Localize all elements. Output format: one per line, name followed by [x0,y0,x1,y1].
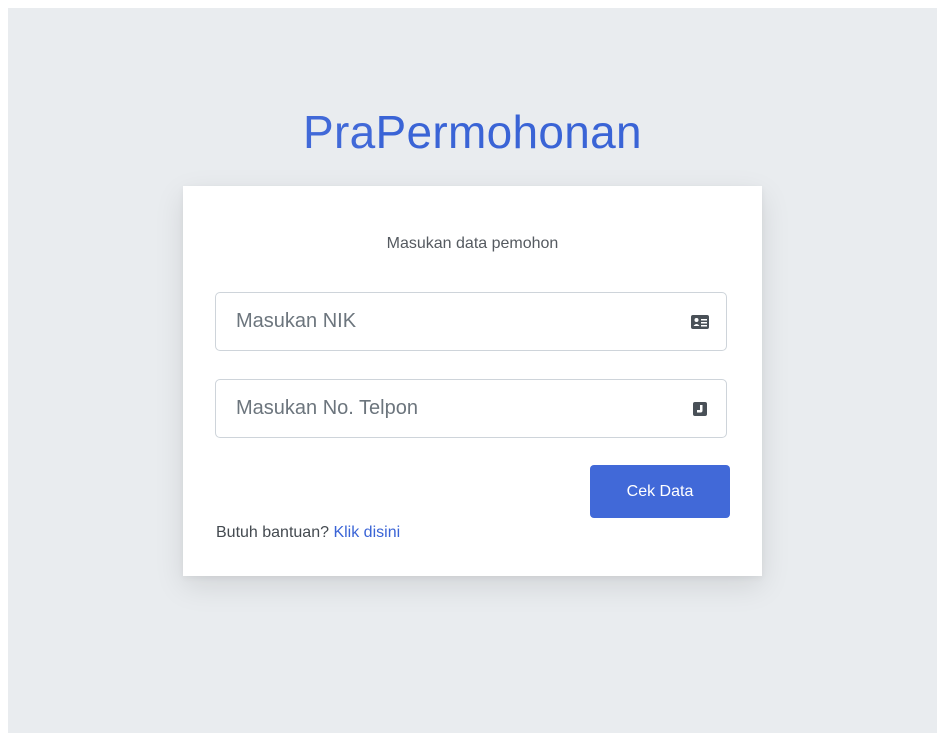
phone-field[interactable] [215,379,727,438]
help-text: Butuh bantuan? Klik disini [216,524,400,542]
help-link[interactable]: Klik disini [333,524,400,541]
app-title: PraPermohonan [8,102,937,162]
phone-square-icon [691,401,709,417]
phone-input[interactable] [216,380,726,437]
nik-field[interactable] [215,292,727,351]
id-card-icon [691,314,709,330]
login-card: Masukan data pemohon Masukan NIK Masukan… [183,186,762,576]
page-background: PraPermohonan Masukan data pemohon Masuk… [8,8,937,733]
cek-data-button[interactable]: Cek Data [590,465,730,518]
app-title-main: Permohonan [375,106,642,158]
nik-input[interactable] [216,293,726,350]
help-prompt: Butuh bantuan? [216,524,329,541]
app-title-prefix: Pra [303,106,376,158]
form-title: Masukan data pemohon [386,235,559,252]
